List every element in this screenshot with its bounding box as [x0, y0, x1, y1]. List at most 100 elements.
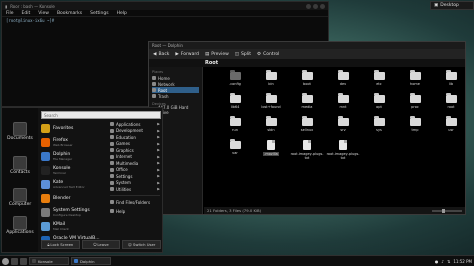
terminal-titlebar[interactable]: ▮ Roor : bash — Konsole — [2, 2, 328, 10]
show-desktop-icon[interactable] — [20, 257, 27, 265]
file-item[interactable]: sys — [361, 116, 397, 137]
app-text: Dolphin File Manager — [53, 152, 72, 161]
desktop-label[interactable]: ▣ Desktop — [430, 1, 474, 10]
chevron-right-icon: ▶ — [157, 161, 160, 166]
place-trash[interactable]: Trash — [152, 93, 199, 99]
file-item[interactable]: proc — [397, 93, 433, 114]
places-heading: Places — [152, 70, 164, 74]
maximize-icon[interactable] — [313, 3, 318, 9]
app-icon — [41, 221, 50, 231]
preview-button[interactable]: ▤ Preview — [205, 52, 229, 57]
control-button[interactable]: ⚙ Control — [257, 52, 279, 57]
help-item[interactable]: Help — [110, 207, 160, 216]
file-item[interactable]: dev — [325, 70, 361, 91]
category-item[interactable]: Utilities ▶ — [110, 186, 160, 193]
file-item[interactable]: root — [433, 93, 469, 114]
file-item[interactable]: etc — [361, 70, 397, 91]
file-item[interactable]: opt — [361, 93, 397, 114]
favorite-item[interactable]: Kate Advanced Text Editor — [41, 177, 107, 191]
file-item[interactable]: .config — [217, 70, 253, 91]
close-icon[interactable] — [320, 3, 325, 9]
file-item[interactable]: run — [217, 116, 253, 137]
sidebar-item-documents[interactable]: Documents — [4, 122, 36, 141]
sidebar-item-computer[interactable]: Computer — [4, 188, 36, 207]
favorite-item[interactable]: KMail Mail Client — [41, 219, 107, 233]
file-item[interactable]: srv — [325, 116, 361, 137]
sidebar-item-applications[interactable]: Applications — [4, 216, 36, 235]
dolphin-icon — [74, 259, 78, 263]
split-button[interactable]: ◫ Split — [235, 52, 251, 57]
menu-search-input[interactable]: Search — [41, 111, 161, 119]
file-item[interactable]: selinux — [289, 116, 325, 137]
favorite-item[interactable]: System Settings Configure Desktop — [41, 205, 107, 219]
favorite-item[interactable]: Konsole Terminal — [41, 163, 107, 177]
file-item[interactable]: boot — [289, 70, 325, 91]
fm-titlebar[interactable]: Root — Dolphin — [149, 42, 465, 49]
file-name: sbin — [267, 128, 275, 132]
file-item[interactable]: usr — [433, 116, 469, 137]
folder-icon — [409, 93, 421, 103]
favorite-item[interactable]: Firefox Web Browser — [41, 135, 107, 149]
menu-sidebar: Documents Contacts Computer Applications — [2, 108, 38, 252]
file-item[interactable]: lost+found — [253, 93, 289, 114]
app-name: Favorites — [53, 125, 74, 131]
forward-button[interactable]: ▶ Forward — [175, 52, 199, 57]
start-menu-button[interactable] — [2, 257, 9, 265]
sidebar-label: Documents — [7, 136, 33, 141]
find-files-item[interactable]: Find Files/Folders — [110, 198, 160, 207]
file-item[interactable]: sbin — [253, 116, 289, 137]
app-text: Kate Advanced Text Editor — [53, 180, 85, 189]
category-label: System — [116, 180, 131, 186]
notifications-icon[interactable]: ● — [435, 259, 439, 264]
zoom-handle[interactable] — [442, 208, 445, 213]
app-description: Terminal — [53, 170, 66, 175]
file-item[interactable]: media — [289, 93, 325, 114]
favorite-item[interactable]: Blender — [41, 191, 107, 205]
device-label: 447.0 GiB Hard Drive — [157, 105, 189, 115]
lock-screen-button[interactable]: 🔒︎ Lock Screen — [41, 240, 80, 249]
task-konsole[interactable]: Konsole — [29, 257, 69, 265]
file-item[interactable]: root.imagey-plugs. txt — [325, 139, 361, 160]
terminal-icon: ▮ — [5, 3, 8, 9]
network-tray-icon[interactable]: ⇅ — [447, 259, 450, 264]
file-item[interactable]: root.imagey-plugs. txt — [289, 139, 325, 160]
power-icon: ⏻ — [93, 242, 97, 247]
file-name: media — [301, 105, 313, 109]
sidebar-item-contacts[interactable]: Contacts — [4, 156, 36, 175]
minimize-icon[interactable] — [306, 3, 311, 9]
menu-bookmarks[interactable]: Bookmarks — [57, 11, 82, 16]
file-item[interactable]: mnt — [325, 93, 361, 114]
file-manager-window[interactable]: Root — Dolphin ◀ Back ▶ Forward ▤ Preview ◫… — [148, 41, 466, 215]
menu-file[interactable]: File — [6, 11, 14, 16]
file-item[interactable]: home — [397, 70, 433, 91]
file-item[interactable]: lib64 — [217, 93, 253, 114]
file-name: srv — [340, 128, 346, 132]
menu-view[interactable]: View — [38, 11, 49, 16]
chevron-right-icon: ▶ — [157, 174, 160, 179]
menu-settings[interactable]: Settings — [90, 11, 108, 16]
zoom-slider[interactable] — [432, 208, 462, 213]
folder-icon — [229, 93, 241, 103]
file-item[interactable]: tmp — [397, 116, 433, 137]
folder-icon — [265, 93, 277, 103]
file-item[interactable]: bin — [253, 70, 289, 91]
favorite-item[interactable]: Favorites — [41, 121, 107, 135]
menu-edit[interactable]: Edit — [22, 11, 31, 16]
chevron-right-icon: ▶ — [157, 135, 160, 140]
volume-icon[interactable]: ♪ — [441, 259, 444, 264]
terminal-prompt[interactable]: [root@linux-ix6u ~]# — [2, 17, 328, 24]
favorite-item[interactable]: Dolphin File Manager — [41, 149, 107, 163]
file-item[interactable]: .mozilla — [253, 139, 289, 160]
back-button[interactable]: ◀ Back — [153, 52, 169, 57]
menu-help[interactable]: Help — [117, 11, 127, 16]
switch-user-button[interactable]: ☺ Switch User — [122, 240, 162, 249]
file-item[interactable]: lib — [433, 70, 469, 91]
leave-button[interactable]: ⏻ Leave — [81, 240, 121, 249]
clock[interactable]: 11:52 PM — [453, 259, 472, 264]
divider — [110, 194, 160, 196]
breadcrumb[interactable]: Root — [149, 59, 465, 67]
app-text: Konsole Terminal — [53, 166, 70, 175]
pager-icon[interactable] — [11, 257, 18, 265]
task-dolphin[interactable]: Dolphin — [71, 257, 111, 265]
file-item[interactable]: var — [217, 139, 253, 160]
